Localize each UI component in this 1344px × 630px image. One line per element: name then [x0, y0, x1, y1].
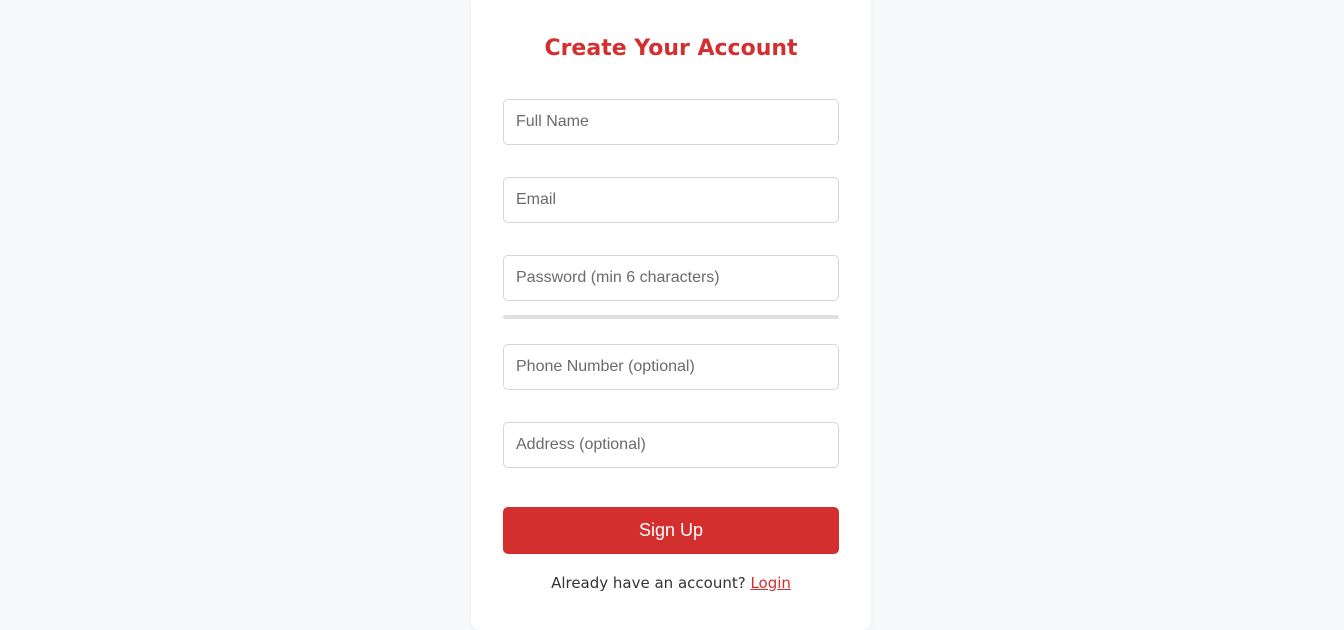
password-input[interactable] [503, 255, 839, 301]
sign-up-button[interactable]: Sign Up [503, 507, 839, 554]
full-name-input[interactable] [503, 99, 839, 145]
address-input[interactable] [503, 422, 839, 468]
email-input[interactable] [503, 177, 839, 223]
phone-input[interactable] [503, 344, 839, 390]
password-strength-bar [503, 315, 839, 319]
login-link[interactable]: Login [750, 574, 790, 592]
page-title: Create Your Account [544, 36, 798, 61]
login-prompt: Already have an account? Login [471, 574, 871, 592]
signup-card: Create Your Account Sign Up Already have… [471, 0, 871, 630]
login-prompt-text: Already have an account? [551, 574, 746, 592]
